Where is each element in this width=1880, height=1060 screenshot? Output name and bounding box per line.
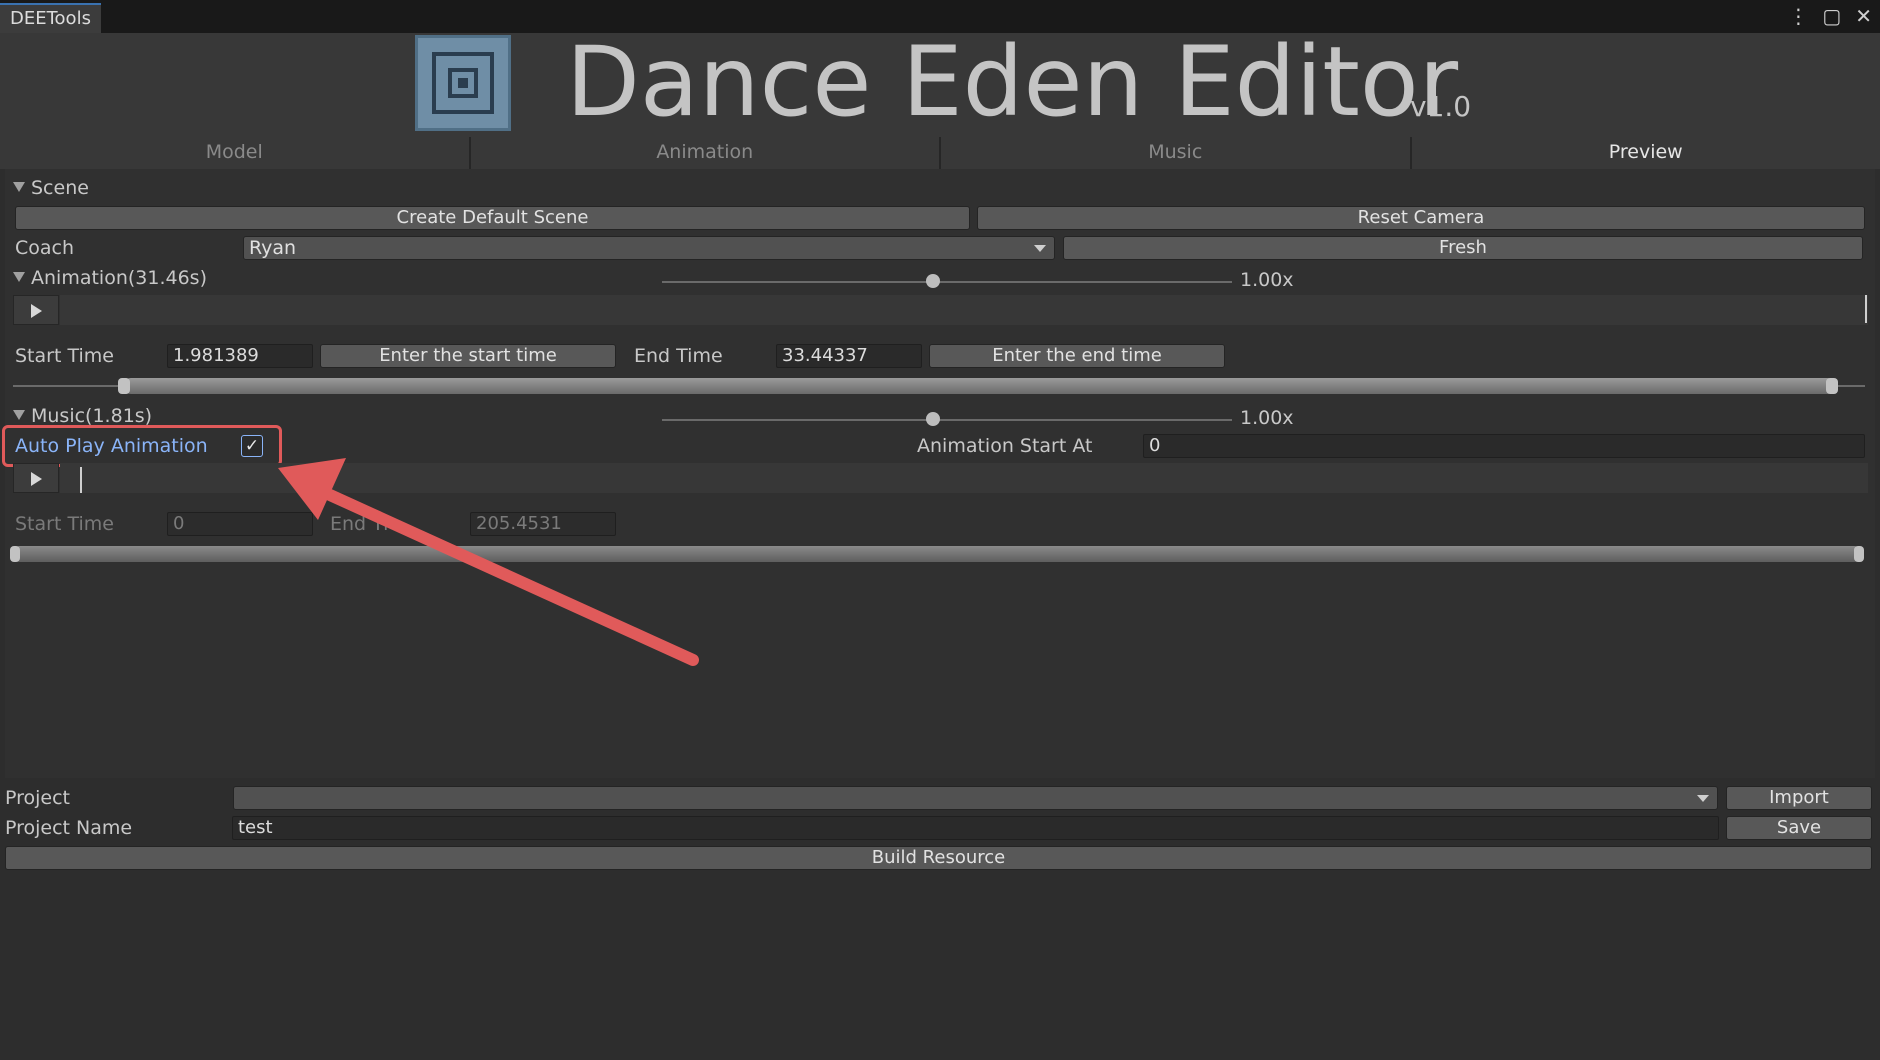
- project-name-field[interactable]: test: [232, 816, 1719, 840]
- save-button[interactable]: Save: [1726, 816, 1872, 840]
- project-name-label: Project Name: [5, 817, 133, 839]
- build-resource-button[interactable]: Build Resource: [5, 846, 1872, 870]
- import-button[interactable]: Import: [1726, 786, 1872, 810]
- project-dropdown[interactable]: [233, 786, 1718, 810]
- chevron-down-icon: [1697, 795, 1709, 802]
- project-label: Project: [5, 787, 71, 809]
